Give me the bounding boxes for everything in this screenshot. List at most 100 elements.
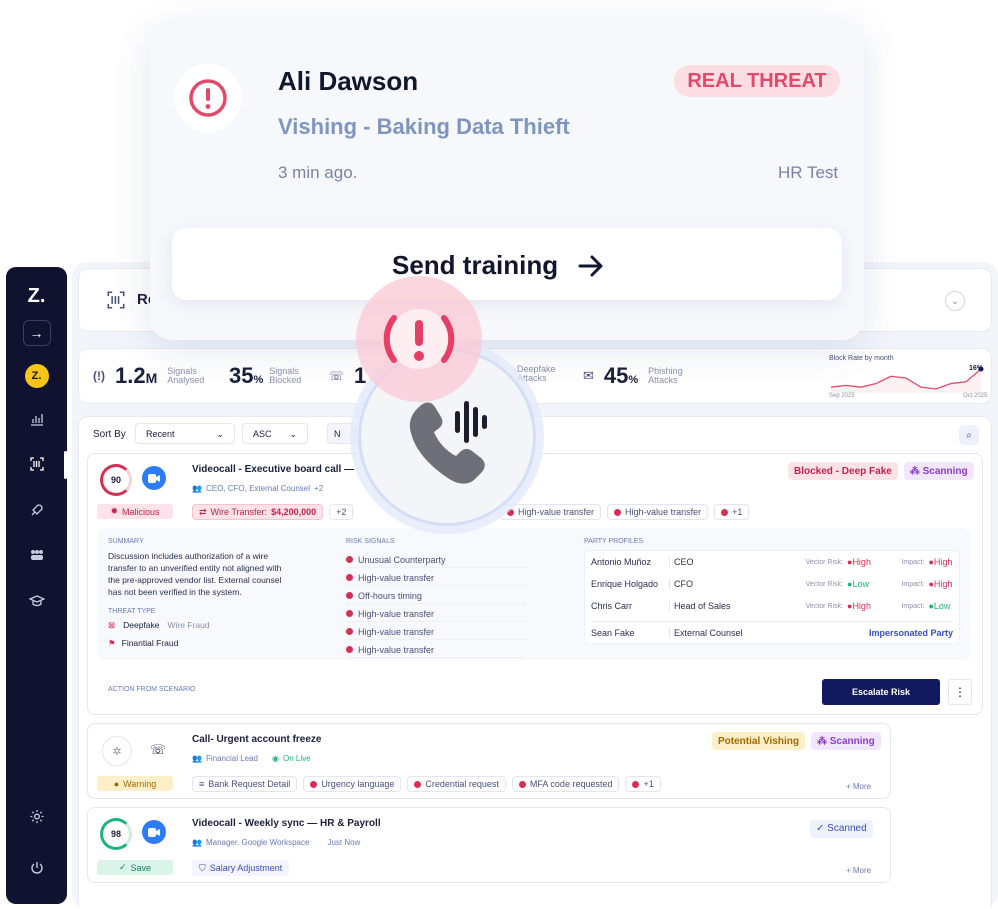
- alert-pulse: [356, 276, 482, 402]
- tag-label: Salary Adjustment: [209, 863, 283, 873]
- stat-value: 1.2: [115, 363, 146, 388]
- sparkline: [830, 366, 984, 393]
- risk-signal-label: High-value transfer: [358, 644, 435, 655]
- risk-chip-label: +1: [732, 507, 743, 517]
- check-icon: ✓: [118, 862, 127, 872]
- risk-signal-label: High-value transfer: [358, 608, 435, 619]
- threat-item[interactable]: 98 ✓ Save Videocall - Weekly sync — HR & …: [87, 807, 891, 883]
- vector-risk-value: Low: [852, 579, 869, 589]
- rocket-icon[interactable]: [30, 503, 44, 517]
- chevron-down-icon: ⌄: [289, 429, 297, 439]
- warning-icon: ●: [113, 778, 120, 789]
- search-icon[interactable]: ⌕: [959, 425, 979, 445]
- risk-chip: High-value transfer: [500, 504, 602, 520]
- party-row: Antonio Muñoz CEO Vector Risk: ● High Impact…: [591, 551, 953, 573]
- send-training-button[interactable]: Send training: [172, 228, 842, 300]
- department-label: HR Test: [778, 163, 839, 182]
- risk-chip-row: High-value transfer High-value transfer …: [500, 504, 750, 520]
- participants: 👥 CEO, CFO, External Counsel +2: [192, 484, 323, 493]
- vector-risk-label: Vector Risk:: [805, 558, 843, 566]
- wire-label: Wire Transfer:: [210, 507, 268, 517]
- settings-icon[interactable]: [29, 809, 44, 824]
- phone-icon: ☏: [329, 369, 345, 383]
- more-link[interactable]: + More: [846, 782, 871, 791]
- risk-signal-label: Unusual Counterparty: [358, 554, 446, 565]
- spinner-icon: ⁂: [909, 465, 923, 477]
- item-badges: Blocked - Deep Fake ⁂ Scanning: [788, 462, 974, 480]
- stat-signals-analysed: (!) 1.2M Signals Analysed: [93, 363, 204, 389]
- tag-row: ⛉ Salary Adjustment: [192, 860, 290, 876]
- chevron-down-icon[interactable]: ⌄: [945, 291, 965, 311]
- party-role: CFO: [669, 579, 799, 589]
- risk-dot-icon: [346, 646, 353, 653]
- live-label: On Live: [283, 754, 311, 763]
- tag-chip: Credential request: [407, 776, 506, 792]
- threat-item[interactable]: ✲ ☏ ● Warning Call- Urgent account freeze…: [87, 723, 891, 799]
- risk-dot-icon: [346, 628, 353, 635]
- timestamp: Just Now: [327, 838, 361, 847]
- main-panel: Re ⌄ (!) 1.2M Signals Analysed 35% Signal…: [72, 262, 998, 907]
- participants-text: Financial Lead: [205, 754, 259, 763]
- contact-name: Ali Dawson: [278, 66, 419, 96]
- stat-signals-blocked: 35% Signals Blocked: [229, 363, 301, 389]
- sort-select[interactable]: Recent ⌄: [135, 423, 235, 444]
- impact-value: High: [933, 579, 953, 589]
- loading-icon: ✲: [102, 736, 132, 766]
- tag-chip: MFA code requested: [511, 776, 620, 792]
- impact-value: Low: [933, 601, 951, 611]
- sparkline-endpoint: [978, 366, 984, 372]
- threat-list: Sort By Recent ⌄ ASC ⌄ N ⌕ 90 ✹ Malicious V…: [78, 416, 992, 907]
- stat-label: Attacks: [648, 375, 678, 385]
- blocked-badge: Blocked - Deep Fake: [788, 462, 898, 480]
- analytics-icon[interactable]: [30, 412, 44, 426]
- risk-signals-heading: RISK SIGNALS: [346, 538, 395, 545]
- tag-label: Bank Request Detail: [208, 779, 291, 789]
- escalate-risk-button[interactable]: Escalate Risk: [822, 679, 940, 705]
- status-label: Malicious: [122, 506, 160, 517]
- risk-signal-label: Off-hours timing: [358, 590, 422, 601]
- video-icon: [142, 820, 166, 844]
- video-icon: [142, 466, 166, 490]
- risk-signals-list: Unusual Counterparty High-value transfer O…: [346, 552, 526, 660]
- wire-extra: +2: [329, 504, 354, 520]
- participants-extra: +2: [314, 484, 324, 493]
- scan-icon[interactable]: [29, 457, 44, 471]
- alert-badge: [174, 64, 242, 132]
- risk-score: 90: [100, 464, 132, 496]
- wire-amount: $4,200,000: [271, 507, 317, 517]
- vector-risk-value: High: [852, 557, 871, 567]
- live-dot-icon: ◉: [272, 754, 279, 763]
- order-select[interactable]: ASC ⌄: [242, 423, 308, 444]
- stat-label: Blocked: [269, 375, 302, 385]
- power-icon[interactable]: [30, 861, 44, 875]
- more-link[interactable]: + More: [846, 866, 871, 875]
- users-icon: 👥: [192, 754, 202, 763]
- scanned-badge: Scanned: [827, 823, 867, 834]
- tag-chip: ≡ Bank Request Detail: [192, 776, 298, 792]
- threat-label: Finantial Fraud: [121, 638, 179, 648]
- avatar[interactable]: Z.: [24, 364, 49, 388]
- risk-dot-icon: [346, 556, 353, 563]
- chart-x-start: Sep 2025: [829, 393, 855, 399]
- tag-label: Credential request: [425, 779, 499, 789]
- users-icon: 👥: [192, 838, 202, 847]
- bug-icon: ✹: [110, 506, 119, 516]
- bank-icon: ≡: [199, 779, 205, 789]
- item-badges: ✓ Scanned: [810, 818, 873, 838]
- tag-label: Urgency language: [321, 779, 395, 789]
- graduation-cap-icon[interactable]: [28, 595, 45, 607]
- expand-arrow-icon[interactable]: →: [22, 320, 51, 346]
- chevron-down-icon: ⌄: [216, 429, 224, 439]
- spinner-icon: ⁂: [816, 735, 830, 747]
- stat-phishing: ✉ 45% Phishing Attacks: [583, 363, 683, 389]
- users-icon[interactable]: [29, 549, 45, 561]
- stat-label: Analysed: [167, 375, 205, 385]
- chart-x-end: Oct 2025: [963, 393, 988, 399]
- threat-item[interactable]: 90 ✹ Malicious Videocall - Executive boar…: [87, 453, 983, 715]
- wire-transfer-chip: ⇄ Wire Transfer: $4,200,000: [192, 504, 324, 520]
- threat-label: Deepfake: [123, 620, 160, 630]
- more-options-icon[interactable]: ⋮: [948, 679, 972, 705]
- participants: 👥 Manager, Google Workspace Just Now: [192, 838, 360, 847]
- shield-icon: ⛉: [199, 862, 206, 873]
- stat-unit: %: [253, 374, 264, 386]
